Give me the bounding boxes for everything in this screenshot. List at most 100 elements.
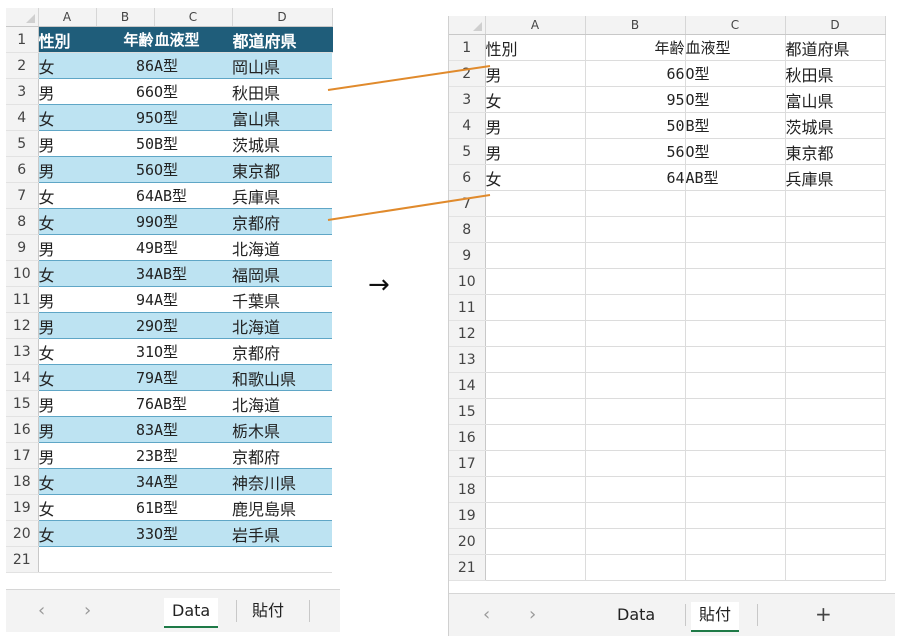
cell[interactable] xyxy=(585,372,686,399)
cell[interactable] xyxy=(485,502,586,529)
cell[interactable]: B型 xyxy=(685,112,786,139)
row-header[interactable]: 9 xyxy=(6,234,39,261)
row-header[interactable]: 11 xyxy=(6,286,39,313)
cell[interactable]: 性別 xyxy=(38,26,97,53)
cell[interactable]: 岩手県 xyxy=(232,520,332,547)
cell[interactable]: AB型 xyxy=(154,182,232,209)
cell[interactable]: 京都府 xyxy=(232,338,332,365)
cell[interactable] xyxy=(585,476,686,503)
cell[interactable]: B型 xyxy=(154,494,232,521)
cell[interactable]: 年齢 xyxy=(585,34,686,61)
row-header[interactable]: 12 xyxy=(449,320,486,347)
cell[interactable] xyxy=(685,294,786,321)
prev-sheet-icon[interactable]: ‹ xyxy=(483,604,490,625)
cell[interactable]: 女 xyxy=(38,208,96,235)
cell[interactable] xyxy=(785,346,886,373)
cell[interactable]: 京都府 xyxy=(232,442,332,469)
cell[interactable] xyxy=(685,268,786,295)
cell[interactable]: 血液型 xyxy=(154,26,233,53)
cell[interactable]: 富山県 xyxy=(232,104,332,131)
cell[interactable]: 女 xyxy=(38,182,96,209)
cell[interactable]: O型 xyxy=(685,60,786,87)
cell[interactable]: 34 xyxy=(96,468,154,495)
column-header-c[interactable]: C xyxy=(154,8,233,27)
cell[interactable]: 兵庫県 xyxy=(785,164,886,191)
cell[interactable] xyxy=(485,294,586,321)
cell[interactable] xyxy=(785,398,886,425)
row-header[interactable]: 3 xyxy=(449,86,486,113)
cell[interactable] xyxy=(785,320,886,347)
cell[interactable]: 男 xyxy=(485,60,586,87)
row-header[interactable]: 17 xyxy=(6,442,39,469)
column-header-a[interactable]: A xyxy=(38,8,97,27)
cell[interactable]: 岡山県 xyxy=(232,52,332,79)
cell[interactable] xyxy=(785,216,886,243)
select-all-corner[interactable] xyxy=(6,8,39,27)
cell[interactable]: 男 xyxy=(38,78,96,105)
cell[interactable]: 千葉県 xyxy=(232,286,332,313)
cell[interactable]: 女 xyxy=(38,104,96,131)
cell[interactable]: 鹿児島県 xyxy=(232,494,332,521)
cell[interactable]: 50 xyxy=(96,130,154,157)
cell[interactable] xyxy=(232,546,332,573)
cell[interactable]: 女 xyxy=(38,364,96,391)
cell[interactable]: A型 xyxy=(154,364,232,391)
cell[interactable] xyxy=(585,398,686,425)
cell[interactable]: 95 xyxy=(96,104,154,131)
cell[interactable]: 83 xyxy=(96,416,154,443)
row-header[interactable]: 11 xyxy=(449,294,486,321)
cell[interactable] xyxy=(38,546,96,573)
add-sheet-icon[interactable]: + xyxy=(815,602,832,626)
cell[interactable] xyxy=(485,528,586,555)
cell[interactable] xyxy=(585,268,686,295)
cell[interactable] xyxy=(785,450,886,477)
cell[interactable]: 女 xyxy=(485,164,586,191)
row-header[interactable]: 9 xyxy=(449,242,486,269)
cell[interactable] xyxy=(685,528,786,555)
cell[interactable]: 東京都 xyxy=(232,156,332,183)
row-header[interactable]: 15 xyxy=(6,390,39,417)
cell[interactable]: 都道府県 xyxy=(785,34,886,61)
cell[interactable]: 男 xyxy=(485,138,586,165)
cell[interactable]: 兵庫県 xyxy=(232,182,332,209)
cell[interactable] xyxy=(485,320,586,347)
cell[interactable]: AB型 xyxy=(154,390,232,417)
cell[interactable]: 東京都 xyxy=(785,138,886,165)
cell[interactable] xyxy=(485,346,586,373)
row-header[interactable]: 5 xyxy=(449,138,486,165)
cell[interactable] xyxy=(585,450,686,477)
next-sheet-icon[interactable]: › xyxy=(84,600,91,621)
row-header[interactable]: 7 xyxy=(449,190,486,217)
cell[interactable]: 女 xyxy=(38,468,96,495)
cell[interactable] xyxy=(485,242,586,269)
cell[interactable] xyxy=(785,190,886,217)
column-header-c[interactable]: C xyxy=(685,16,786,35)
cell[interactable] xyxy=(485,476,586,503)
cell[interactable]: 男 xyxy=(38,416,96,443)
cell[interactable]: 50 xyxy=(585,112,686,139)
cell[interactable]: 都道府県 xyxy=(232,26,333,53)
cell[interactable] xyxy=(785,294,886,321)
cell[interactable] xyxy=(585,242,686,269)
cell[interactable] xyxy=(685,372,786,399)
cell[interactable]: 女 xyxy=(38,52,96,79)
column-header-b[interactable]: B xyxy=(585,16,686,35)
cell[interactable] xyxy=(585,424,686,451)
cell[interactable]: 男 xyxy=(38,130,96,157)
cell[interactable] xyxy=(585,554,686,581)
cell[interactable]: A型 xyxy=(154,286,232,313)
cell[interactable] xyxy=(685,450,786,477)
cell[interactable] xyxy=(585,346,686,373)
cell[interactable]: 95 xyxy=(585,86,686,113)
cell[interactable]: 茨城県 xyxy=(785,112,886,139)
row-header[interactable]: 16 xyxy=(6,416,39,443)
cell[interactable]: 女 xyxy=(38,260,96,287)
row-header[interactable]: 14 xyxy=(6,364,39,391)
cell[interactable] xyxy=(485,450,586,477)
cell[interactable] xyxy=(785,242,886,269)
row-header[interactable]: 10 xyxy=(6,260,39,287)
cell[interactable] xyxy=(685,502,786,529)
cell[interactable] xyxy=(785,502,886,529)
cell[interactable] xyxy=(785,476,886,503)
cell[interactable] xyxy=(485,372,586,399)
